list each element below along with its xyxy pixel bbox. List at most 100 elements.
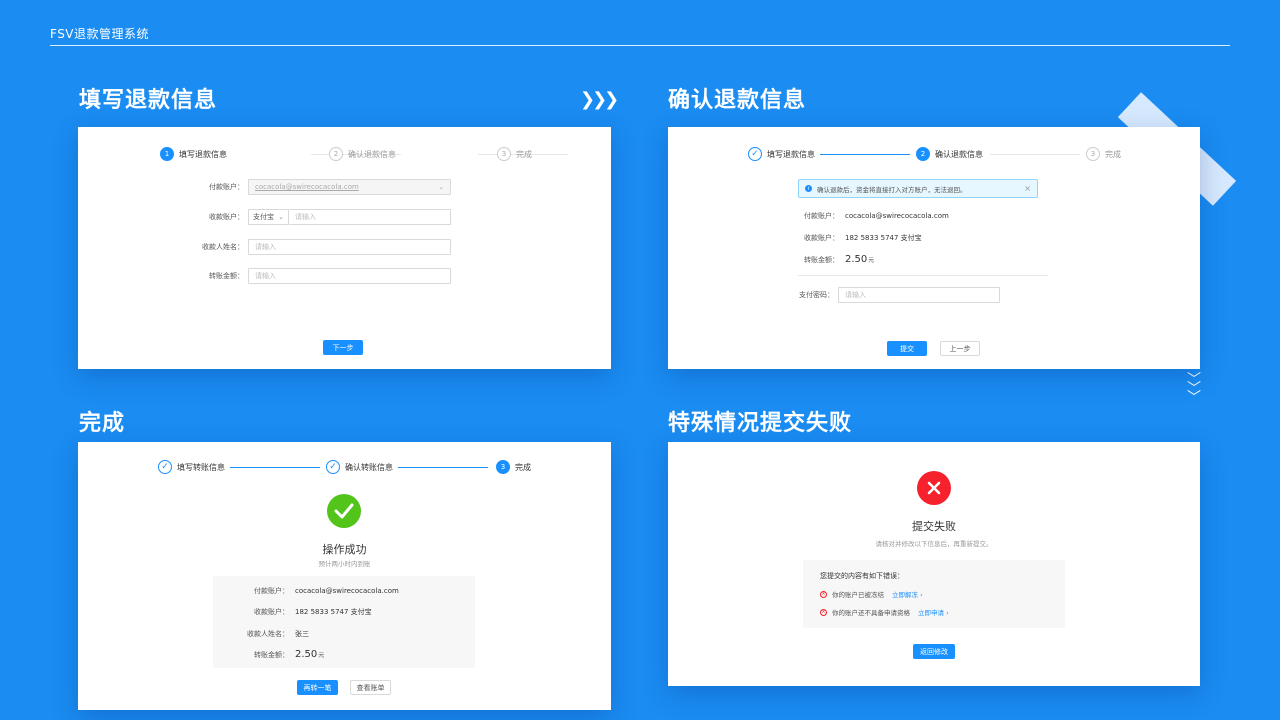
amount-label: 转账金额： bbox=[209, 272, 244, 280]
amount-label: 转账金额： bbox=[254, 650, 289, 659]
amount-info: 转账金额： 2.50 元 bbox=[804, 254, 874, 265]
payee-input[interactable]: 请输入 bbox=[289, 209, 451, 225]
step-2: 2 确认退款信息 bbox=[916, 147, 983, 161]
success-title: 操作成功 bbox=[322, 543, 367, 556]
step-3: 3 完成 bbox=[1086, 147, 1121, 161]
close-icon[interactable]: × bbox=[1024, 184, 1031, 193]
step-number: 1 bbox=[160, 147, 174, 161]
payee-info: 收款账户： 182 5833 5747 支付宝 bbox=[213, 607, 372, 617]
submit-button[interactable]: 提交 bbox=[887, 341, 927, 356]
section-title-fail: 特殊情况提交失败 bbox=[668, 411, 853, 436]
name-placeholder: 请输入 bbox=[255, 243, 276, 251]
step-line bbox=[820, 154, 910, 155]
panel-failure: 提交失败 请核对并修改以下信息后，再重新提交。 您提交的内容有如下错误： × 你… bbox=[668, 442, 1200, 686]
step-number: 2 bbox=[916, 147, 930, 161]
payer-info: 付款账户： cocacola@swirecocacola.com bbox=[213, 586, 399, 596]
payer-select[interactable]: cocacola@swirecocacola.com ⌄ bbox=[248, 179, 451, 195]
error-action-link[interactable]: 立即解冻 › bbox=[892, 589, 923, 599]
password-row: 支付密码： 请输入 bbox=[798, 287, 1000, 303]
amount-unit: 元 bbox=[318, 652, 325, 659]
result-summary: 付款账户： cocacola@swirecocacola.com 收款账户： 1… bbox=[213, 576, 475, 668]
app-title: FSV退款管理系统 bbox=[50, 27, 150, 41]
step-1: ✓ 填写退款信息 bbox=[748, 147, 815, 161]
amount-row: 转账金额： 请输入 bbox=[200, 268, 451, 284]
alert-text: 确认退款后，资金将直接打入对方账户，无法退回。 bbox=[817, 185, 967, 194]
error-item: × 你的账户还不具备申请资格 立即申请 › bbox=[820, 607, 1048, 617]
section-title-fill: 填写退款信息 bbox=[79, 88, 218, 113]
amount-value: 2.50 bbox=[295, 649, 318, 660]
panel-fill-form: 1 填写退款信息 2 确认退款信息 3 完成 付款账户： cocacola@sw… bbox=[78, 127, 611, 369]
amount-label: 转账金额： bbox=[804, 255, 839, 264]
errors-title: 您提交的内容有如下错误： bbox=[820, 572, 904, 580]
error-action-label: 立即申请 bbox=[918, 609, 944, 617]
name-row: 收款人姓名： 请输入 bbox=[200, 239, 451, 255]
step-label: 确认转账信息 bbox=[345, 462, 393, 472]
step-label: 确认退款信息 bbox=[348, 149, 396, 159]
payee-row: 收款账户： 支付宝 ⌄ 请输入 bbox=[200, 209, 451, 225]
step-label: 确认退款信息 bbox=[935, 149, 983, 159]
amount-input[interactable]: 请输入 bbox=[248, 268, 451, 284]
name-label: 收款人姓名： bbox=[247, 630, 289, 638]
payee-label: 收款账户： bbox=[804, 234, 839, 242]
payer-label: 付款账户： bbox=[804, 212, 839, 220]
payer-value: cocacola@swirecocacola.com bbox=[255, 183, 359, 191]
prev-button[interactable]: 上一步 bbox=[940, 341, 980, 356]
chevron-down-icon: ⌄ bbox=[278, 213, 284, 221]
payer-info: 付款账户： cocacola@swirecocacola.com bbox=[804, 211, 949, 221]
amount-value: 2.50 bbox=[845, 254, 868, 265]
section-title-confirm: 确认退款信息 bbox=[668, 88, 807, 113]
view-bill-button[interactable]: 查看账单 bbox=[350, 680, 391, 695]
payee-type-select[interactable]: 支付宝 ⌄ bbox=[248, 209, 289, 225]
check-icon: ✓ bbox=[158, 460, 172, 474]
header-divider bbox=[50, 45, 1230, 46]
name-info: 收款人姓名： 张三 bbox=[213, 629, 309, 639]
divider bbox=[798, 275, 1048, 276]
amount-unit: 元 bbox=[868, 257, 875, 264]
payee-label: 收款账户： bbox=[254, 608, 289, 616]
step-label: 填写转账信息 bbox=[177, 462, 225, 472]
name-label: 收款人姓名： bbox=[202, 243, 244, 251]
success-icon bbox=[327, 494, 361, 528]
next-button[interactable]: 下一步 bbox=[323, 340, 363, 355]
error-action-link[interactable]: 立即申请 › bbox=[918, 607, 949, 617]
step-number: 3 bbox=[496, 460, 510, 474]
transfer-again-button[interactable]: 再转一笔 bbox=[297, 680, 338, 695]
step-1: ✓ 填写转账信息 bbox=[158, 460, 225, 474]
payee-value: 182 5833 5747 支付宝 bbox=[295, 608, 372, 616]
failure-title: 提交失败 bbox=[912, 520, 956, 533]
chevron-down-icon: ⌄ bbox=[438, 183, 444, 191]
amount-info: 转账金额： 2.50 元 bbox=[213, 649, 324, 660]
password-input[interactable]: 请输入 bbox=[838, 287, 1000, 303]
name-value: 张三 bbox=[295, 630, 309, 638]
step-number: 3 bbox=[497, 147, 511, 161]
failure-subtitle: 请核对并修改以下信息后，再重新提交。 bbox=[875, 540, 993, 548]
payee-info: 收款账户： 182 5833 5747 支付宝 bbox=[804, 233, 922, 243]
step-2: 2 确认退款信息 bbox=[329, 147, 396, 161]
success-subtitle: 预计两小时内到账 bbox=[318, 560, 371, 568]
info-alert: i 确认退款后，资金将直接打入对方账户，无法退回。 × bbox=[798, 179, 1038, 198]
error-icon bbox=[917, 471, 951, 505]
step-3: 3 完成 bbox=[497, 147, 532, 161]
payer-value: cocacola@swirecocacola.com bbox=[845, 212, 949, 220]
payer-label: 付款账户： bbox=[254, 587, 289, 595]
section-title-done: 完成 bbox=[79, 411, 126, 436]
step-label: 完成 bbox=[516, 149, 532, 159]
check-icon: ✓ bbox=[748, 147, 762, 161]
step-label: 完成 bbox=[515, 462, 531, 472]
error-circle-icon: × bbox=[820, 608, 827, 616]
payee-placeholder: 请输入 bbox=[295, 213, 316, 221]
step-line bbox=[230, 467, 320, 468]
step-line bbox=[990, 154, 1080, 155]
payer-value: cocacola@swirecocacola.com bbox=[295, 587, 399, 595]
steps: ✓ 填写转账信息 ✓ 确认转账信息 3 完成 bbox=[78, 460, 611, 476]
info-icon: i bbox=[805, 185, 812, 192]
panel-confirm: ✓ 填写退款信息 2 确认退款信息 3 完成 i 确认退款后，资金将直接打入对方… bbox=[668, 127, 1200, 369]
name-input[interactable]: 请输入 bbox=[248, 239, 451, 255]
back-edit-button[interactable]: 返回修改 bbox=[913, 644, 955, 659]
error-item: × 你的账户已被冻结 立即解冻 › bbox=[820, 589, 1048, 599]
steps: ✓ 填写退款信息 2 确认退款信息 3 完成 bbox=[668, 147, 1200, 163]
error-circle-icon: × bbox=[820, 590, 827, 598]
check-icon: ✓ bbox=[326, 460, 340, 474]
error-box: 您提交的内容有如下错误： × 你的账户已被冻结 立即解冻 › × 你的账户还不具… bbox=[803, 560, 1065, 628]
amount-placeholder: 请输入 bbox=[255, 272, 276, 280]
